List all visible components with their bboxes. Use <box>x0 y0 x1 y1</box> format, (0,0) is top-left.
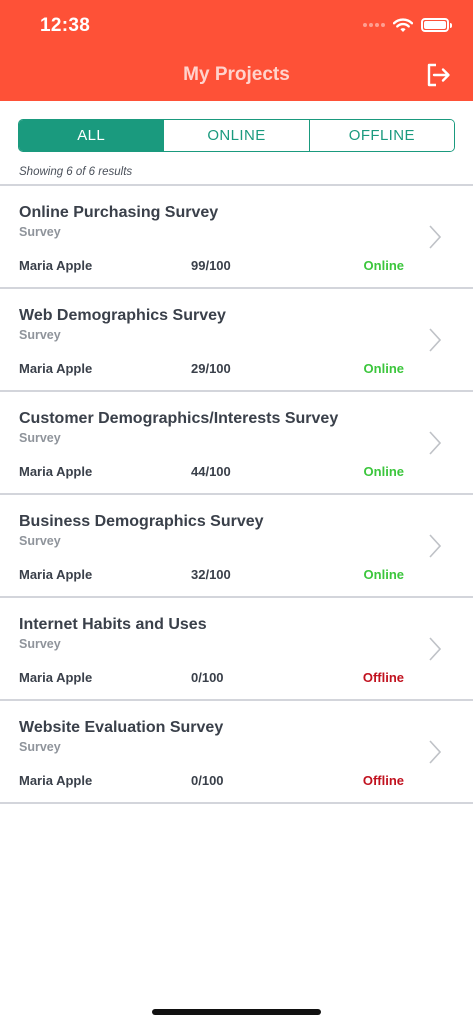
status-badge: Online <box>363 360 404 376</box>
project-row[interactable]: Online Purchasing Survey Survey Maria Ap… <box>0 186 473 288</box>
page-title: My Projects <box>183 64 290 85</box>
status-badge: Offline <box>362 669 404 685</box>
project-owner: Maria Apple <box>19 669 93 685</box>
project-type: Survey <box>19 739 61 754</box>
project-progress: 44/100 <box>191 463 231 479</box>
project-type: Survey <box>19 224 61 239</box>
results-count: Showing 6 of 6 results <box>19 166 133 178</box>
filter-tab-online[interactable]: ONLINE <box>163 120 309 151</box>
project-row[interactable]: Business Demographics Survey Survey Mari… <box>0 495 473 597</box>
filter-tab-all[interactable]: ALL <box>19 120 164 151</box>
chevron-right-icon <box>429 739 441 764</box>
chevron-right-icon <box>429 224 441 249</box>
chevron-right-icon <box>429 430 441 455</box>
battery-icon <box>421 18 452 32</box>
project-type: Survey <box>19 636 61 651</box>
chevron-right-icon <box>429 327 441 352</box>
wifi-icon <box>393 17 413 32</box>
project-row[interactable]: Customer Demographics/Interests Survey S… <box>0 392 473 494</box>
logout-icon[interactable] <box>425 62 451 88</box>
project-title: Web Demographics Survey <box>19 306 226 324</box>
project-type: Survey <box>19 430 61 445</box>
chevron-right-icon <box>429 533 441 558</box>
status-icons <box>363 16 452 34</box>
project-progress: 29/100 <box>191 360 231 376</box>
project-row[interactable]: Web Demographics Survey Survey Maria App… <box>0 289 473 391</box>
project-progress: 99/100 <box>191 257 231 273</box>
header-bar: 12:38 My Projects <box>0 0 473 101</box>
project-progress: 32/100 <box>191 566 231 582</box>
project-owner: Maria Apple <box>19 360 93 376</box>
project-type: Survey <box>19 533 61 548</box>
chevron-right-icon <box>429 636 441 661</box>
project-owner: Maria Apple <box>19 772 93 788</box>
filter-segmented-control: ALL ONLINE OFFLINE <box>18 119 455 152</box>
status-badge: Online <box>363 566 404 582</box>
project-row[interactable]: Website Evaluation Survey Survey Maria A… <box>0 701 473 803</box>
project-list: Online Purchasing Survey Survey Maria Ap… <box>0 184 473 804</box>
project-type: Survey <box>19 327 61 342</box>
project-progress: 0/100 <box>191 772 224 788</box>
signal-icon <box>363 23 385 27</box>
project-row[interactable]: Internet Habits and Uses Survey Maria Ap… <box>0 598 473 700</box>
project-title: Customer Demographics/Interests Survey <box>19 409 339 427</box>
filter-tab-offline[interactable]: OFFLINE <box>308 120 454 151</box>
project-owner: Maria Apple <box>19 566 93 582</box>
project-title: Internet Habits and Uses <box>19 615 207 633</box>
project-title: Online Purchasing Survey <box>19 203 219 221</box>
project-owner: Maria Apple <box>19 463 93 479</box>
project-progress: 0/100 <box>191 669 224 685</box>
project-owner: Maria Apple <box>19 257 93 273</box>
status-badge: Online <box>363 463 404 479</box>
home-indicator[interactable] <box>152 1009 321 1015</box>
project-title: Business Demographics Survey <box>19 512 264 530</box>
project-title: Website Evaluation Survey <box>19 718 224 736</box>
status-time: 12:38 <box>40 15 91 36</box>
status-badge: Offline <box>362 772 404 788</box>
divider <box>0 802 473 804</box>
status-badge: Online <box>363 257 404 273</box>
